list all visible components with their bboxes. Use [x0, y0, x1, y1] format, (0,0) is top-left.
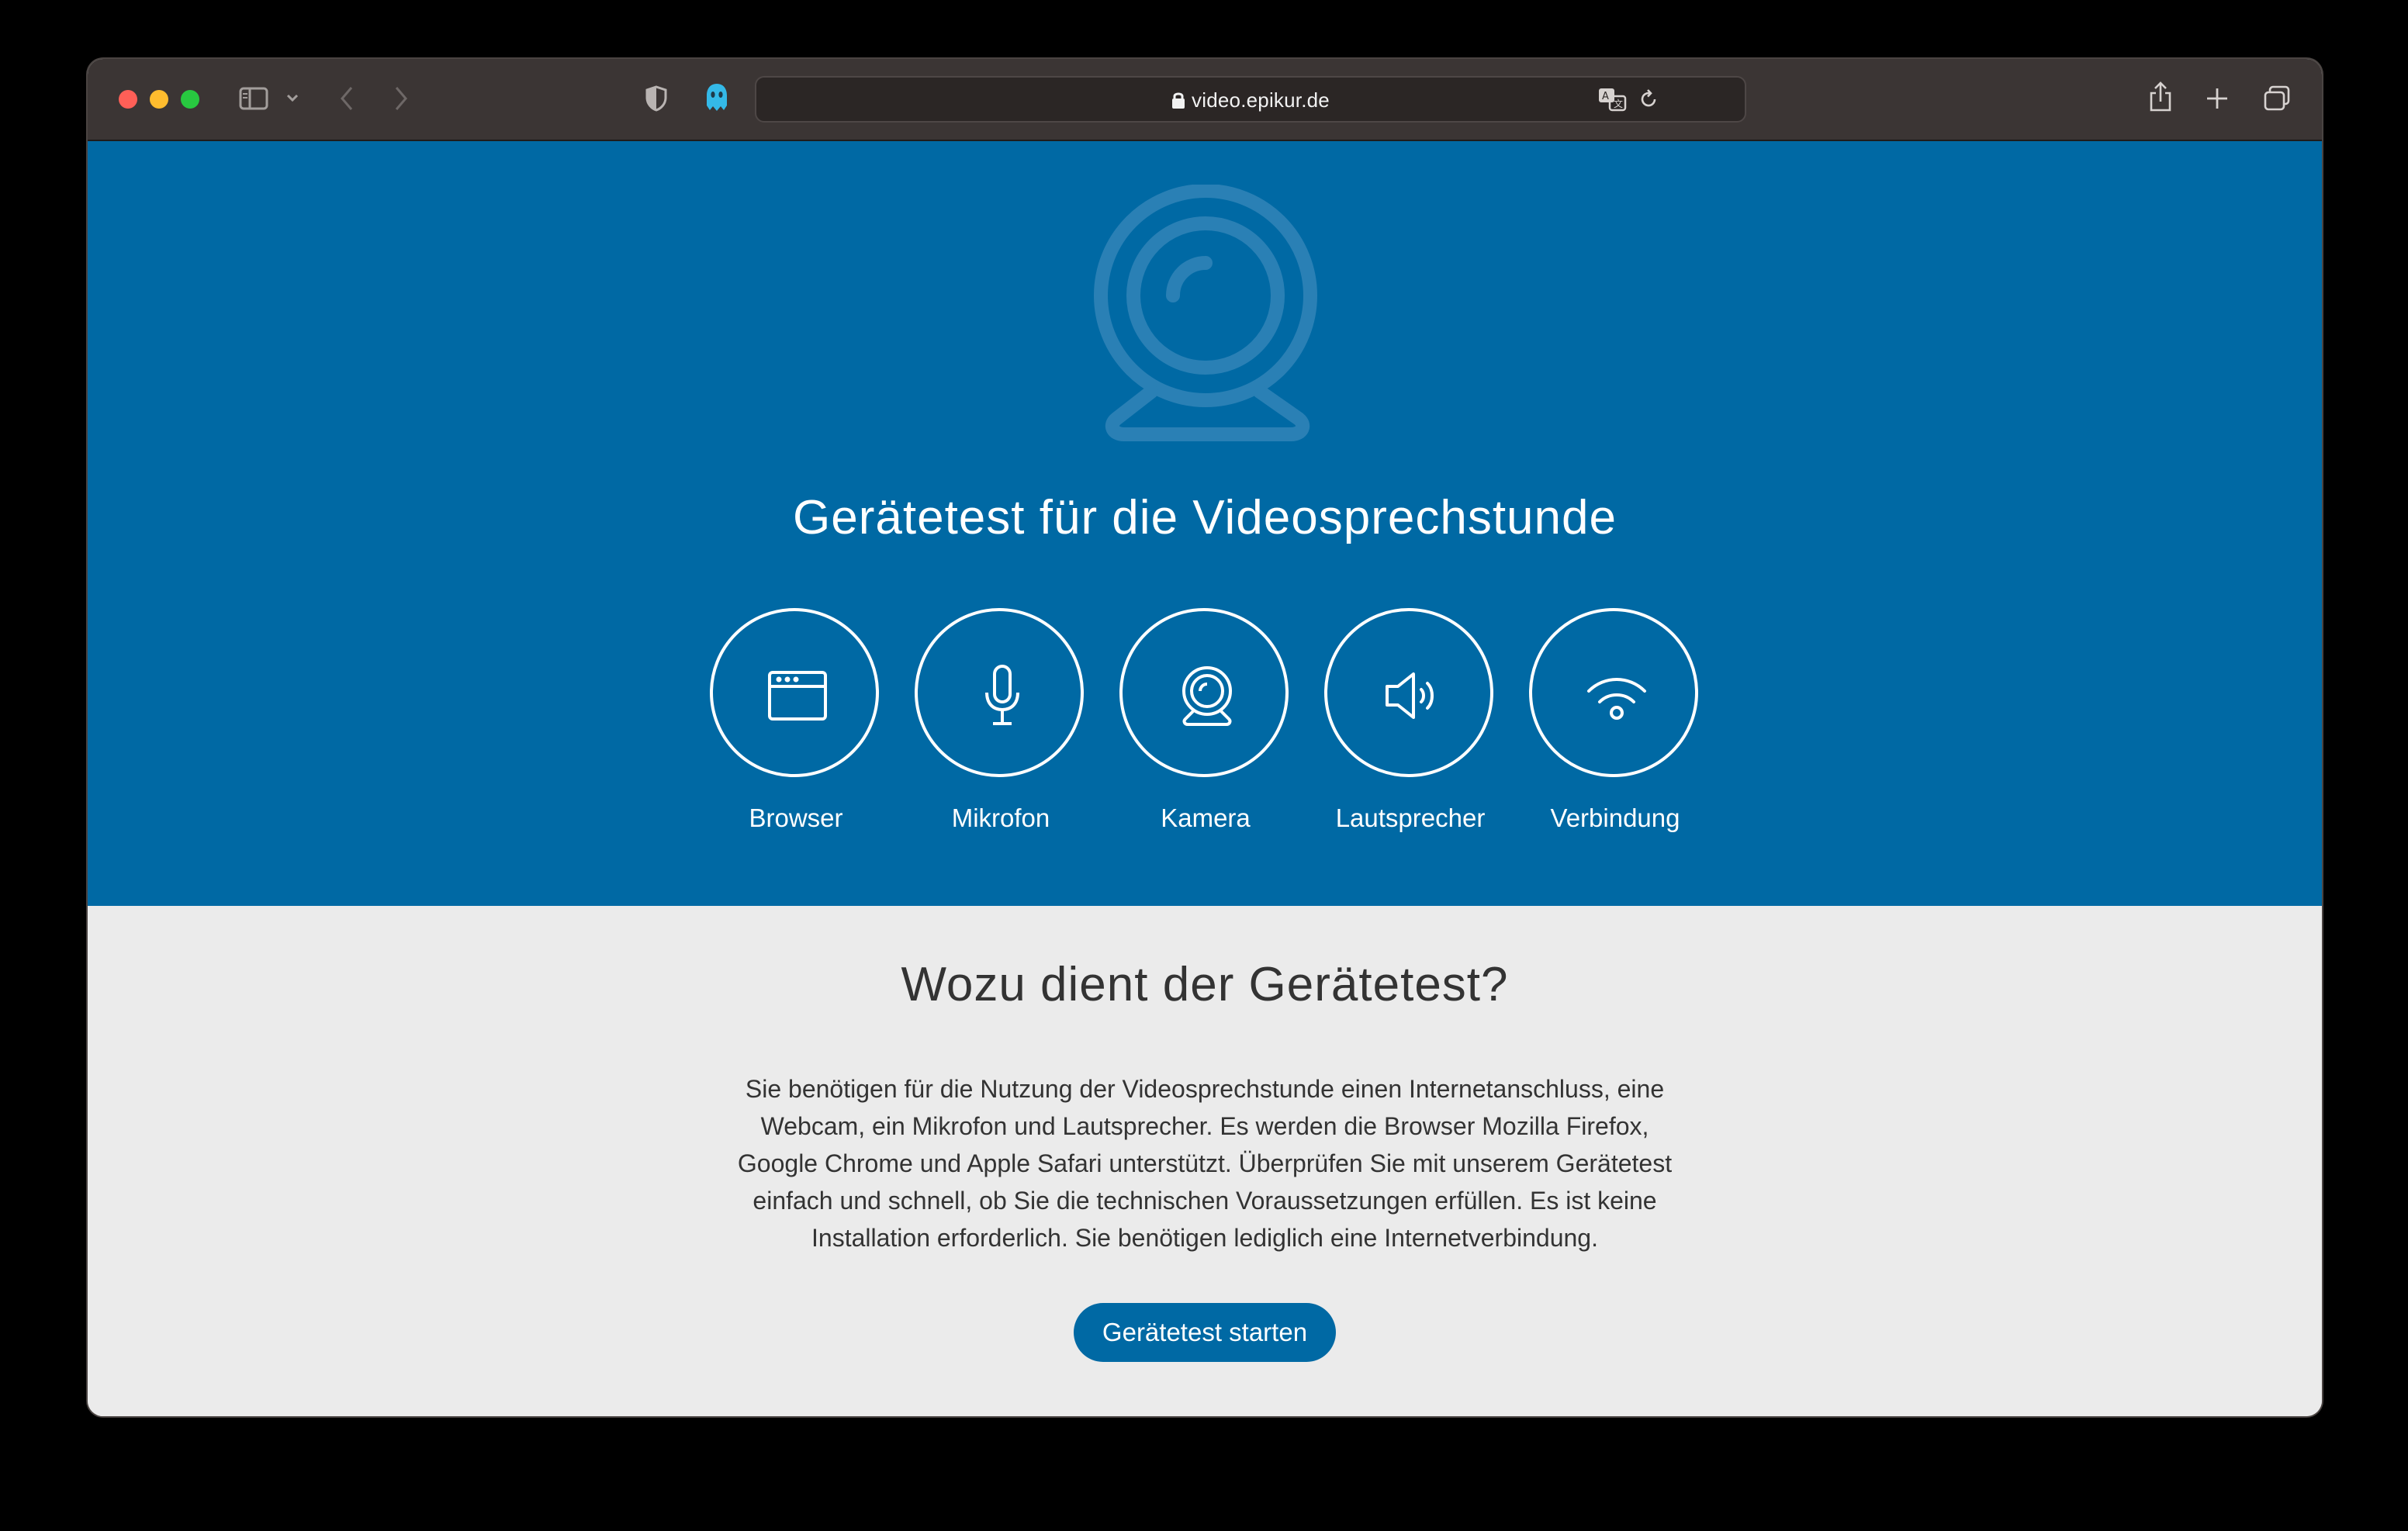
feature-lautsprecher[interactable]: Lautsprecher — [1310, 608, 1511, 856]
back-icon[interactable] — [338, 85, 355, 112]
feature-browser[interactable]: Browser — [695, 608, 897, 856]
start-test-button[interactable]: Gerätetest starten — [1074, 1303, 1336, 1362]
feature-verbindung[interactable]: Verbindung — [1514, 608, 1716, 856]
feature-mikrofon[interactable]: Mikrofon — [900, 608, 1102, 856]
shield-icon[interactable] — [645, 85, 668, 112]
info-line: einfach und schnell, ob Sie die technisc… — [752, 1187, 1657, 1215]
webcam-illustration — [1094, 185, 1317, 441]
feature-browser-label: Browser — [749, 804, 843, 832]
sidebar-icon[interactable] — [239, 87, 268, 110]
hero-title: Gerätetest für die Videosprechstunde — [793, 491, 1617, 544]
feature-verbindung-label: Verbindung — [1550, 804, 1680, 832]
info-line: Sie benötigen für die Nutzung der Videos… — [745, 1075, 1665, 1103]
info-section: Wozu dient der Gerätetest? Sie benötigen… — [88, 906, 2322, 1416]
wifi-icon — [1587, 678, 1646, 720]
browser-window-icon — [768, 671, 827, 721]
feature-mikrofon-circle[interactable] — [915, 608, 1084, 777]
share-icon[interactable] — [2147, 81, 2174, 113]
feature-lautsprecher-label: Lautsprecher — [1335, 804, 1486, 832]
tab-overview-icon[interactable] — [2263, 85, 2291, 112]
forward-icon[interactable] — [393, 85, 410, 112]
info-line: Webcam, ein Mikrofon und Lautsprecher. E… — [760, 1112, 1649, 1140]
feature-kamera-circle[interactable] — [1119, 608, 1289, 777]
feature-kamera-label: Kamera — [1161, 804, 1251, 832]
feature-lautsprecher-circle[interactable] — [1324, 608, 1493, 777]
url-display[interactable]: video.epikur.de — [756, 88, 1745, 112]
minimize-window-button[interactable] — [150, 90, 168, 109]
browser-toolbar: video.epikur.de A 文 — [88, 59, 2322, 141]
feature-mikrofon-label: Mikrofon — [951, 804, 1050, 832]
url-text: video.epikur.de — [1192, 88, 1330, 112]
new-tab-icon[interactable] — [2206, 87, 2229, 110]
reload-icon[interactable] — [1638, 88, 1659, 110]
hero-section: Gerätetest für die Videosprechstunde Bro… — [88, 141, 2322, 906]
info-line: Google Chrome und Apple Safari unterstüt… — [737, 1149, 1673, 1177]
info-description: Sie benötigen für die Nutzung der Videos… — [701, 1070, 1709, 1256]
webcam-icon — [1182, 666, 1232, 726]
feature-kamera[interactable]: Kamera — [1105, 608, 1306, 856]
info-line: Installation erforderlich. Sie benötigen… — [811, 1224, 1598, 1252]
speaker-icon — [1386, 672, 1434, 719]
feature-verbindung-circle[interactable] — [1529, 608, 1698, 777]
svg-text:文: 文 — [1614, 98, 1623, 109]
chevron-down-icon[interactable] — [286, 93, 299, 102]
browser-window: video.epikur.de A 文 Gerätetest für die V… — [88, 59, 2322, 1416]
zoom-window-button[interactable] — [181, 90, 199, 109]
address-bar[interactable]: video.epikur.de A 文 — [755, 76, 1746, 123]
microphone-icon — [985, 665, 1019, 725]
feature-browser-circle[interactable] — [710, 608, 879, 777]
info-title: Wozu dient der Gerätetest? — [901, 958, 1509, 1011]
close-window-button[interactable] — [119, 90, 137, 109]
translate-icon[interactable]: A 文 — [1597, 87, 1628, 112]
ghostery-icon[interactable] — [704, 82, 730, 113]
lock-icon — [1172, 92, 1185, 109]
svg-text:A: A — [1602, 91, 1609, 102]
